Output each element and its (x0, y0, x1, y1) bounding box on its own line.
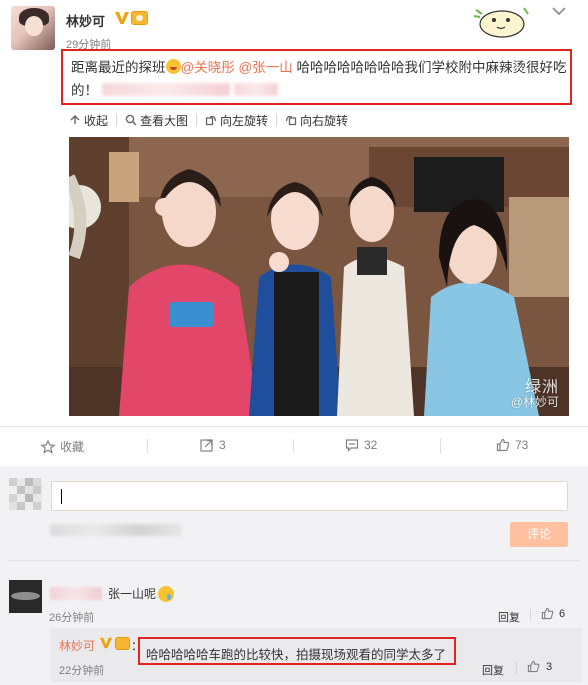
comment-text: 张一山呢 (108, 587, 157, 601)
comment-icon (345, 439, 359, 452)
repost-button[interactable]: 3 (200, 438, 226, 452)
rotate-right-icon (285, 115, 297, 126)
post-action-bar: 收藏 3 32 73 (0, 427, 588, 465)
group-photo-illustration (69, 137, 569, 416)
post-photo[interactable]: 绿洲 @林妙可 (69, 137, 569, 416)
thumbs-up-icon (541, 607, 554, 620)
author-avatar[interactable] (11, 6, 55, 50)
reply-timestamp: 22分钟前 (59, 665, 105, 677)
cartoon-sticker-icon (473, 7, 529, 38)
collapse-button[interactable]: 收起 (69, 112, 108, 129)
reply-author-name[interactable]: 林妙可 (59, 637, 95, 654)
collapse-icon (70, 115, 80, 124)
reply-like-button[interactable]: 3 (527, 660, 552, 673)
image-toolbar: 收起 查看大图 向左旋转 向右旋转 (69, 112, 348, 128)
blurred-commenter-name[interactable] (50, 587, 102, 600)
post-text-prefix: 距离最近的探班 (71, 60, 166, 75)
view-large-button[interactable]: 查看大图 (125, 112, 188, 129)
sweat-face-emoji (158, 585, 175, 602)
verified-v-icon (115, 12, 129, 24)
post-text-highlight: 距离最近的探班 @关晓彤 @张一山 哈哈哈哈哈哈哈哈我们学校附中麻辣烫很好吃的！ (61, 49, 572, 105)
blurred-mention (233, 83, 278, 96)
commenter-avatar[interactable] (9, 580, 42, 613)
rotate-right-button[interactable]: 向右旋转 (285, 112, 348, 129)
current-user-avatar (9, 478, 42, 510)
thumbs-up-icon (527, 660, 540, 673)
comment-reply-button[interactable]: 回复 (498, 609, 520, 625)
comment-input[interactable] (51, 481, 568, 511)
reply-box: 林妙可 ： 哈哈哈哈哈车跑的比较快，拍摄现场观看的同学太多了 22分钟前 回复 … (51, 628, 582, 682)
reply-reply-button[interactable]: 回复 (482, 662, 504, 678)
comment-like-button[interactable]: 6 (541, 607, 565, 620)
comment-timestamp: 26分钟前 (49, 612, 95, 624)
reply-text-highlight: 哈哈哈哈哈车跑的比较快，拍摄现场观看的同学太多了 (138, 637, 456, 665)
comment-button[interactable]: 32 (345, 438, 377, 452)
text-cursor (61, 489, 62, 504)
chevron-down-icon[interactable] (552, 6, 566, 16)
thumbs-up-icon (496, 438, 510, 452)
comment-divider (8, 560, 581, 561)
author-name[interactable]: 林妙可 (66, 11, 105, 30)
repost-icon (200, 439, 213, 452)
composer-tools[interactable] (50, 524, 182, 536)
star-icon (41, 439, 55, 454)
rotate-left-button[interactable]: 向左旋转 (205, 112, 268, 129)
favorite-button[interactable]: 收藏 (41, 438, 84, 455)
photo-watermark: 绿洲 @林妙可 (510, 379, 559, 410)
mention-link[interactable]: @张一山 (238, 60, 292, 75)
post-header: 林妙可 29分钟前 (0, 0, 588, 51)
search-icon (125, 114, 137, 126)
vip-member-icon[interactable] (131, 11, 148, 25)
mention-link[interactable]: @关晓彤 (181, 60, 235, 75)
reply-text: 哈哈哈哈哈车跑的比较快，拍摄现场观看的同学太多了 (146, 648, 447, 662)
submit-comment-button[interactable]: 评论 (510, 522, 568, 547)
post-text: 距离最近的探班 @关晓彤 @张一山 哈哈哈哈哈哈哈哈我们学校附中麻辣烫很好吃的！ (71, 56, 567, 102)
like-button[interactable]: 73 (496, 438, 528, 452)
rotate-left-icon (205, 115, 217, 126)
laughing-face-emoji (165, 59, 181, 74)
comment-body: 张一山呢 (50, 585, 175, 602)
verified-v-icon (99, 637, 113, 649)
vip-member-icon[interactable] (115, 637, 130, 650)
blurred-mention (101, 83, 230, 96)
